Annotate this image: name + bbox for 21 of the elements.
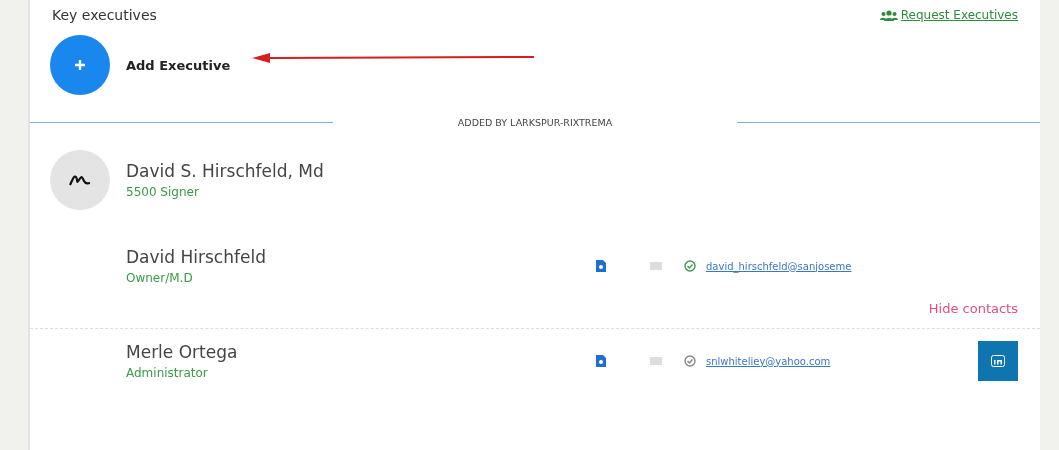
executive-name: David S. Hirschfeld, Md	[126, 161, 324, 181]
plus-icon	[74, 59, 86, 71]
linkedin-icon	[991, 355, 1005, 367]
people-icon	[879, 9, 898, 21]
contact-role: Administrator	[126, 366, 209, 380]
add-executive-label: Add Executive	[126, 57, 231, 73]
executive-role: 5500 Signer	[126, 185, 200, 199]
contact-name: Merle Ortega	[126, 342, 239, 362]
linkedin-button[interactable]	[978, 341, 1018, 381]
contact-name: David Hirschfeld	[126, 247, 267, 267]
avatar	[50, 150, 110, 210]
hide-contacts-link[interactable]: Hide contacts	[928, 301, 1018, 316]
contact-role: Owner/M.D	[126, 271, 194, 285]
add-button[interactable]	[50, 35, 110, 95]
section-title: Key executives	[52, 7, 157, 23]
document-icon[interactable]	[596, 260, 606, 272]
document-icon[interactable]	[596, 355, 606, 367]
email-link[interactable]: snlwhiteliey@yahoo.com	[706, 355, 978, 367]
request-executives-link[interactable]: Request Executives	[879, 8, 1018, 22]
email-link[interactable]: david_hirschfeld@sanjoseme	[706, 260, 978, 272]
divider-label: ADDED BY LARKSPUR-RIXTREMA	[456, 117, 614, 128]
